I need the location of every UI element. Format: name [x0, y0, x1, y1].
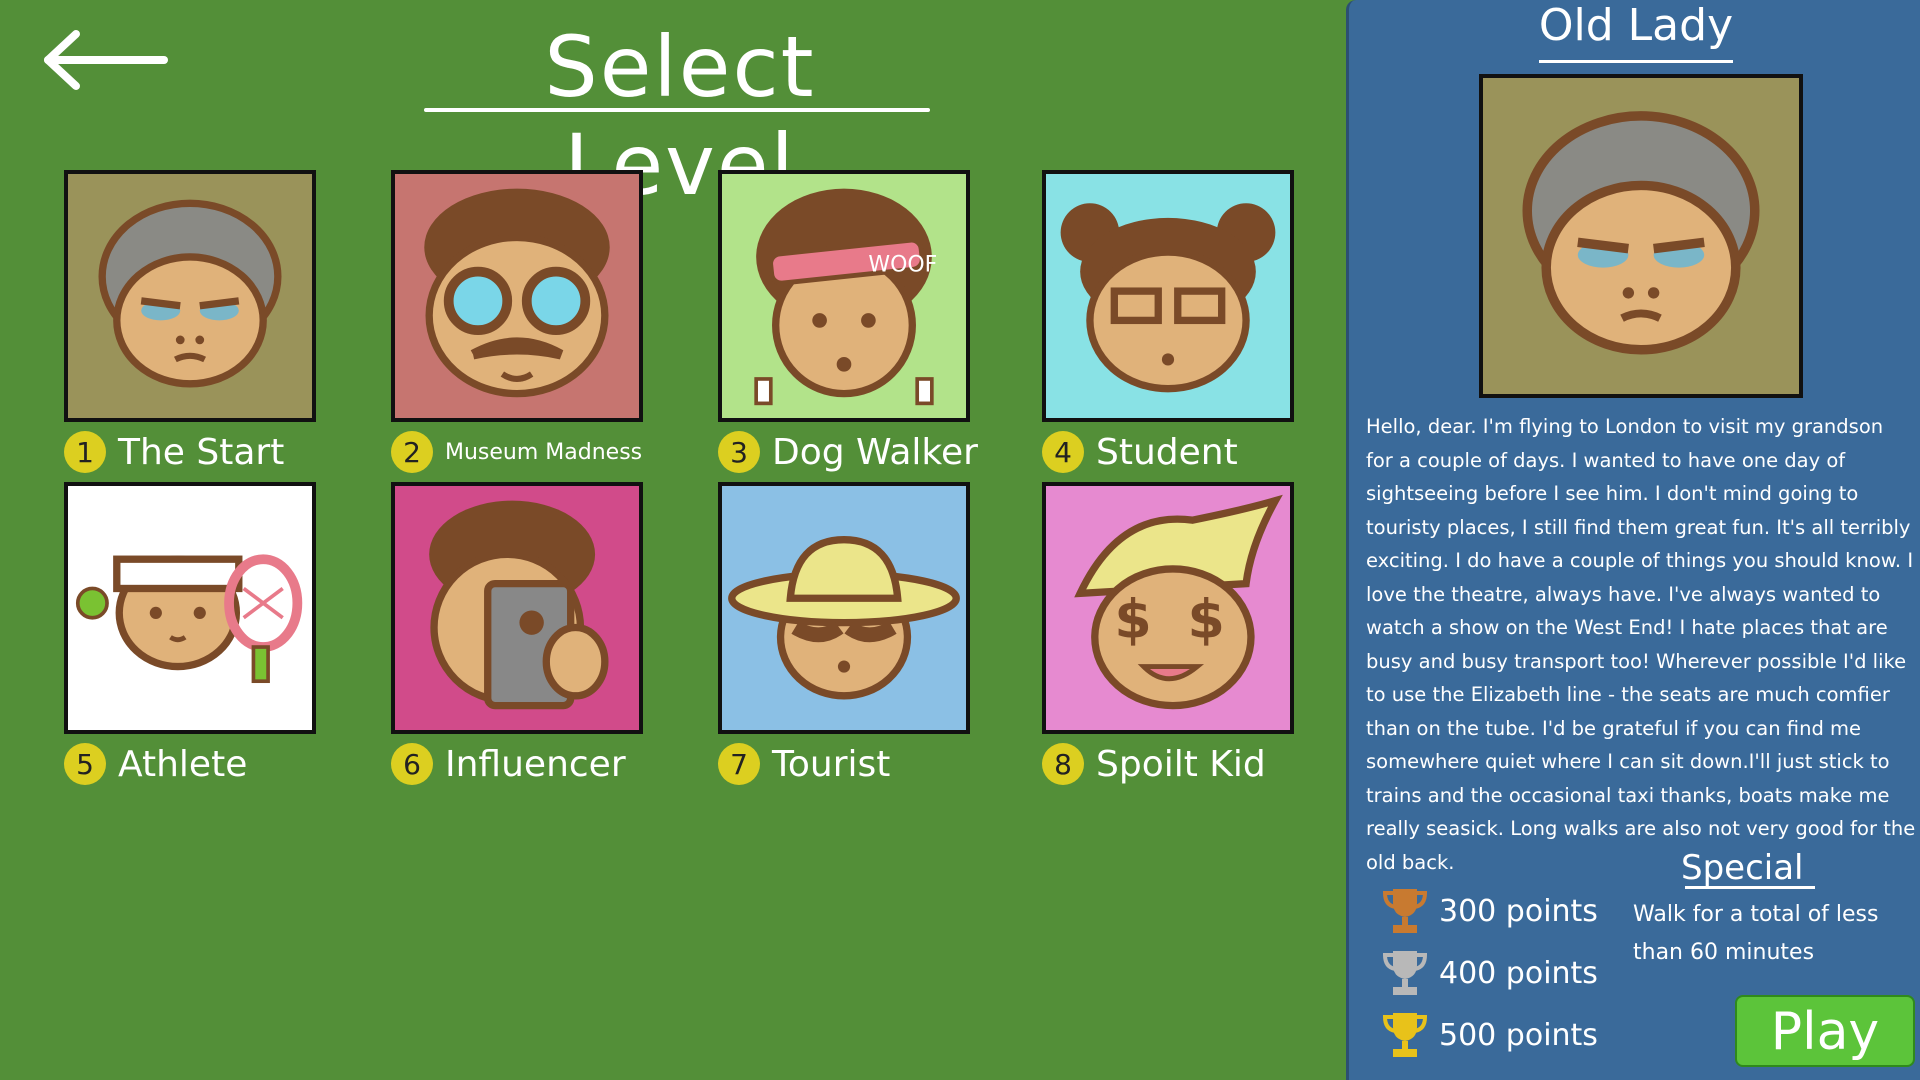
back-button[interactable] — [42, 28, 172, 92]
character-portrait — [1479, 74, 1803, 398]
level-card-4[interactable]: 4 Student — [1042, 170, 1294, 476]
level-card-3[interactable]: WOOF 3 Dog Walker — [718, 170, 978, 476]
level-portrait — [64, 170, 316, 422]
level-name: Spoilt Kid — [1096, 743, 1266, 785]
influencer-portrait-icon — [395, 486, 639, 730]
svg-text:$: $ — [1188, 587, 1225, 650]
level-name: Influencer — [445, 743, 626, 785]
svg-text:$: $ — [1114, 587, 1151, 650]
level-name: Student — [1096, 431, 1238, 473]
character-description: Hello, dear. I'm flying to London to vis… — [1366, 415, 1916, 874]
level-number-badge: 3 — [718, 431, 760, 473]
level-card-6[interactable]: 6 Influencer — [391, 482, 643, 788]
level-name: Museum Madness — [445, 439, 643, 465]
gold-trophy-icon — [1382, 1013, 1428, 1057]
tourist-portrait-icon — [722, 486, 966, 730]
old-lady-portrait-icon — [1483, 78, 1799, 394]
level-portrait — [391, 170, 643, 422]
dog-walker-portrait-icon: WOOF — [722, 174, 966, 418]
level-detail-panel: Old Lady Hello, dear. I'm flying to Lond… — [1346, 0, 1920, 1080]
student-portrait-icon — [1046, 174, 1290, 418]
level-number-badge: 6 — [391, 743, 433, 785]
trophy-label: 400 points — [1439, 955, 1598, 991]
special-underline — [1685, 886, 1815, 889]
svg-text:WOOF: WOOF — [868, 253, 937, 278]
character-title: Old Lady — [1538, 0, 1734, 51]
level-number-badge: 4 — [1042, 431, 1084, 473]
level-card-2[interactable]: 2 Museum Madness — [391, 170, 643, 476]
title-underline — [1539, 60, 1733, 63]
trophy-row: 400 points — [1381, 942, 1598, 1004]
level-card-5[interactable]: 5 Athlete — [64, 482, 316, 788]
back-arrow-icon — [44, 30, 168, 90]
bronze-trophy-icon — [1382, 889, 1428, 933]
level-portrait — [1042, 170, 1294, 422]
level-number-badge: 7 — [718, 743, 760, 785]
title-underline — [424, 108, 930, 112]
level-name: Dog Walker — [772, 431, 978, 473]
trophy-row: 300 points — [1381, 880, 1598, 942]
level-number-badge: 8 — [1042, 743, 1084, 785]
spoilt-kid-portrait-icon: $ $ — [1046, 486, 1290, 730]
athlete-portrait-icon — [68, 486, 312, 730]
play-button[interactable]: Play — [1735, 995, 1915, 1067]
trophy-row: 500 points — [1381, 1004, 1598, 1066]
trophy-list: 300 points 400 points 500 points — [1381, 880, 1598, 1066]
level-name: The Start — [118, 431, 285, 473]
silver-trophy-icon — [1382, 951, 1428, 995]
level-portrait — [718, 482, 970, 734]
level-number-badge: 2 — [391, 431, 433, 473]
special-objective: Walk for a total of less than 60 minutes — [1633, 902, 1879, 965]
level-card-8[interactable]: $ $ 8 Spoilt Kid — [1042, 482, 1294, 788]
level-number-badge: 5 — [64, 743, 106, 785]
level-card-1[interactable]: 1 The Start — [64, 170, 316, 476]
level-portrait — [391, 482, 643, 734]
old-lady-portrait-icon — [68, 174, 312, 418]
trophy-label: 300 points — [1439, 893, 1598, 929]
level-card-7[interactable]: 7 Tourist — [718, 482, 970, 788]
level-name: Tourist — [772, 743, 891, 785]
trophy-label: 500 points — [1439, 1017, 1598, 1053]
museum-man-portrait-icon — [395, 174, 639, 418]
level-number-badge: 1 — [64, 431, 106, 473]
level-portrait — [64, 482, 316, 734]
level-portrait: WOOF — [718, 170, 970, 422]
level-portrait: $ $ — [1042, 482, 1294, 734]
special-title: Special — [1681, 848, 1804, 888]
level-name: Athlete — [118, 743, 248, 785]
